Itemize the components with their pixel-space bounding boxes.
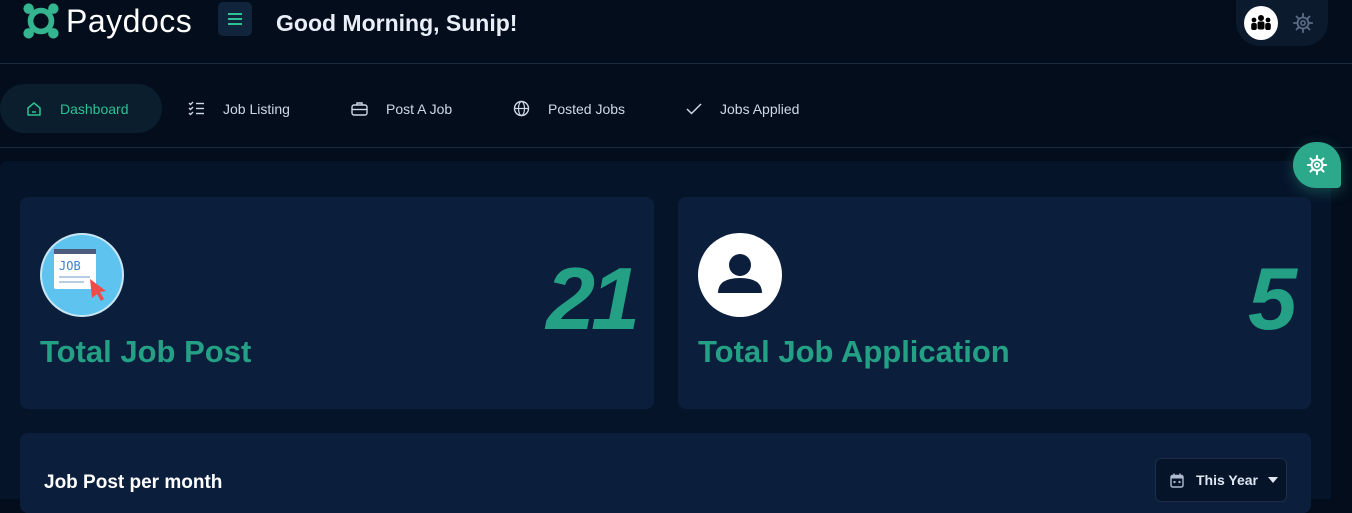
stat-label: Total Job Application xyxy=(698,334,1010,369)
check-icon xyxy=(686,102,702,115)
main-nav: Dashboard Job Listing Post A Job Posted … xyxy=(0,64,1352,148)
gear-icon xyxy=(1292,12,1314,34)
job-post-chart-card: Job Post per month This Year xyxy=(20,433,1311,513)
app-name: Paydocs xyxy=(66,2,193,39)
stat-card-job-post[interactable]: JOB Total Job Post 21 xyxy=(20,197,654,409)
avatar[interactable] xyxy=(1244,6,1278,40)
gear-icon xyxy=(1306,154,1328,176)
nav-item-label: Job Listing xyxy=(223,100,290,117)
svg-text:JOB: JOB xyxy=(59,259,81,273)
logo[interactable]: Paydocs xyxy=(22,2,192,40)
user-menu xyxy=(1236,0,1328,46)
user-icon xyxy=(698,233,782,317)
top-bar: Paydocs Good Morning, Sunip! xyxy=(0,0,1352,64)
chevron-down-icon xyxy=(1268,477,1279,483)
team-icon xyxy=(1251,15,1271,30)
settings-button[interactable] xyxy=(1292,12,1314,39)
nav-item-label: Dashboard xyxy=(60,100,129,117)
job-post-icon: JOB xyxy=(40,233,124,317)
stat-value: 5 xyxy=(1248,249,1297,348)
period-select[interactable]: This Year xyxy=(1155,458,1287,502)
paydocs-logo-icon xyxy=(23,3,59,39)
briefcase-icon xyxy=(351,102,368,116)
menu-button[interactable] xyxy=(218,2,252,36)
nav-item-job-listing[interactable]: Job Listing xyxy=(188,84,290,133)
nav-item-post-a-job[interactable]: Post A Job xyxy=(351,84,452,133)
nav-item-dashboard[interactable]: Dashboard xyxy=(0,84,162,133)
nav-item-jobs-applied[interactable]: Jobs Applied xyxy=(686,84,799,133)
checklist-icon xyxy=(188,101,204,116)
nav-item-posted-jobs[interactable]: Posted Jobs xyxy=(513,84,625,133)
globe-icon xyxy=(513,100,530,117)
stat-value: 21 xyxy=(546,249,640,348)
hamburger-icon xyxy=(228,13,242,25)
stat-card-job-application[interactable]: Total Job Application 5 xyxy=(678,197,1311,409)
nav-item-label: Jobs Applied xyxy=(720,100,800,117)
customizer-button[interactable] xyxy=(1293,142,1341,188)
stat-label: Total Job Post xyxy=(40,334,252,369)
home-icon xyxy=(27,101,41,116)
greeting: Good Morning, Sunip! xyxy=(276,10,518,36)
calendar-icon xyxy=(1170,473,1184,488)
period-select-value: This Year xyxy=(1196,472,1259,488)
nav-item-label: Posted Jobs xyxy=(548,100,626,117)
chart-title: Job Post per month xyxy=(44,472,223,493)
nav-item-label: Post A Job xyxy=(386,100,453,117)
